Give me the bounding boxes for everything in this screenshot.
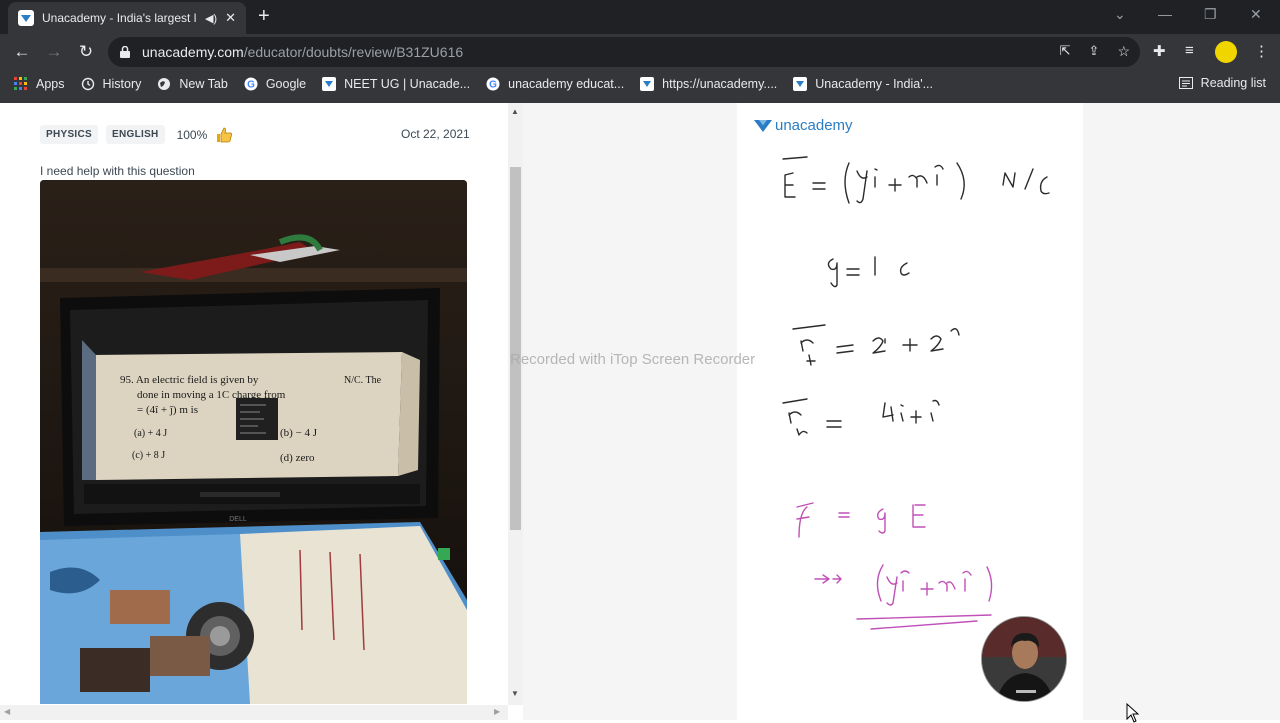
photo-question-line3: = (4î + ĵ) m is: [137, 404, 198, 416]
open-in-app-icon[interactable]: ⇱: [1060, 43, 1071, 60]
minimize-icon[interactable]: —: [1158, 6, 1172, 22]
doubt-date: Oct 22, 2021: [401, 127, 470, 141]
bookmark-label: History: [102, 77, 142, 91]
page-content: PHYSICS ENGLISH 100% Oct 22, 2021 I need…: [0, 103, 1280, 723]
photo-option-c: (c) + 8 J: [132, 450, 165, 461]
unacademy-icon: [322, 77, 337, 91]
back-icon[interactable]: ←: [12, 42, 32, 62]
photo-option-b: (b) − 4 J: [280, 427, 318, 439]
google-icon: G: [486, 77, 500, 91]
bookmark-unacademy-educator[interactable]: G unacademy educat...: [486, 77, 624, 91]
url-host: unacademy.com: [142, 44, 244, 60]
question-photo[interactable]: 95. An electric field is given by N/C. T…: [40, 180, 467, 704]
url-text: unacademy.com/educator/doubts/review/B31…: [142, 44, 463, 60]
vertical-scrollbar[interactable]: ▲ ▼: [508, 103, 523, 705]
photo-question-line1: 95. An electric field is given by: [120, 374, 259, 386]
tab-close-icon[interactable]: ✕: [225, 10, 236, 26]
svg-text:G: G: [247, 80, 255, 91]
doubt-panel: PHYSICS ENGLISH 100% Oct 22, 2021 I need…: [0, 103, 523, 720]
photo-question-line1b: N/C. The: [344, 375, 382, 386]
unacademy-icon: [640, 77, 655, 91]
address-bar[interactable]: unacademy.com/educator/doubts/review/B31…: [108, 37, 1140, 67]
photo-option-d: (d) zero: [280, 452, 315, 464]
extensions-icon[interactable]: ✚: [1153, 42, 1166, 60]
mouse-cursor-icon: [1126, 703, 1140, 723]
whiteboard-area: unacademy: [523, 103, 1280, 720]
menu-icon[interactable]: ⋮: [1254, 42, 1269, 60]
reload-icon[interactable]: ↻: [76, 42, 96, 62]
history-icon: [81, 77, 94, 91]
tab-title: Unacademy - India's largest l: [42, 11, 197, 25]
window-close-icon[interactable]: ✕: [1250, 6, 1262, 23]
bookmark-label: Unacademy - India'...: [815, 77, 933, 91]
unacademy-icon: [793, 77, 808, 91]
toolbar: ← → ↻ unacademy.com/educator/doubts/revi…: [0, 34, 1280, 70]
bookmark-label: https://unacademy....: [662, 77, 778, 91]
omnibox-actions: ⇱ ⇪ ☆: [1060, 43, 1130, 60]
subject-chip: PHYSICS: [40, 125, 99, 144]
profile-avatar[interactable]: [1215, 41, 1237, 63]
media-control-icon[interactable]: ≡: [1185, 42, 1194, 59]
question-photo-image: 95. An electric field is given by N/C. T…: [40, 180, 467, 704]
lock-icon: [120, 46, 130, 58]
tab-strip: Unacademy - India's largest l ◀) ✕ + ⌄ —…: [0, 0, 1280, 34]
bookmark-label: Apps: [36, 77, 65, 91]
browser-chrome: Unacademy - India's largest l ◀) ✕ + ⌄ —…: [0, 0, 1280, 103]
share-icon[interactable]: ⇪: [1089, 43, 1100, 60]
forward-icon[interactable]: →: [44, 42, 64, 62]
bookmark-unacademy-india[interactable]: Unacademy - India'...: [793, 77, 933, 91]
reading-list-icon: [1178, 77, 1193, 89]
url-path: /educator/doubts/review/B31ZU616: [243, 44, 464, 60]
new-tab-icon[interactable]: +: [258, 6, 270, 26]
bookmark-star-icon[interactable]: ☆: [1117, 43, 1130, 60]
recorder-watermark: Recorded with iTop Screen Recorder: [510, 351, 756, 368]
scroll-right-icon[interactable]: ▶: [494, 707, 500, 716]
restore-icon[interactable]: ❐: [1204, 6, 1217, 23]
rating-percent: 100%: [176, 127, 208, 142]
horizontal-scrollbar[interactable]: ◀ ▶: [0, 705, 508, 720]
scroll-up-icon[interactable]: ▲: [511, 107, 519, 116]
reading-list-button[interactable]: Reading list: [1178, 76, 1266, 90]
thumbs-up-icon: [217, 127, 233, 142]
active-tab[interactable]: Unacademy - India's largest l ◀) ✕: [8, 2, 246, 34]
apps-grid-icon: [14, 77, 27, 90]
bookmark-label: New Tab: [179, 77, 228, 91]
language-chip: ENGLISH: [106, 125, 165, 144]
bookmark-apps[interactable]: Apps: [14, 77, 65, 91]
bookmark-google[interactable]: G Google: [244, 77, 306, 91]
tab-audio-icon[interactable]: ◀): [205, 12, 217, 25]
bookmark-unacademy-url[interactable]: https://unacademy....: [640, 77, 777, 91]
presenter-image: [982, 617, 1066, 701]
tab-search-icon[interactable]: ⌄: [1114, 6, 1126, 23]
bookmark-history[interactable]: History: [81, 77, 142, 91]
unacademy-favicon-icon: [18, 10, 34, 26]
bookmark-label: Google: [265, 77, 307, 91]
scrollbar-thumb[interactable]: [510, 167, 521, 530]
reading-list-label: Reading list: [1200, 76, 1266, 90]
bookmark-neet-ug[interactable]: NEET UG | Unacade...: [322, 77, 470, 91]
presenter-webcam: [981, 616, 1067, 702]
bookmark-new-tab[interactable]: New Tab: [157, 77, 228, 91]
scroll-down-icon[interactable]: ▼: [511, 689, 519, 698]
photo-option-a: (a) + 4 J: [134, 428, 167, 439]
doubt-meta: PHYSICS ENGLISH 100%: [40, 125, 233, 144]
google-icon: G: [244, 77, 258, 91]
question-text: I need help with this question: [40, 164, 195, 178]
bookmarks-bar: Apps History New Tab G Google NEET UG | …: [0, 70, 1280, 98]
svg-text:G: G: [489, 80, 497, 91]
scroll-left-icon[interactable]: ◀: [4, 707, 10, 716]
bookmark-label: unacademy educat...: [508, 77, 625, 91]
globe-icon: [158, 78, 171, 90]
bookmark-label: NEET UG | Unacade...: [344, 77, 471, 91]
photo-laptop-brand: DELL: [229, 516, 247, 523]
